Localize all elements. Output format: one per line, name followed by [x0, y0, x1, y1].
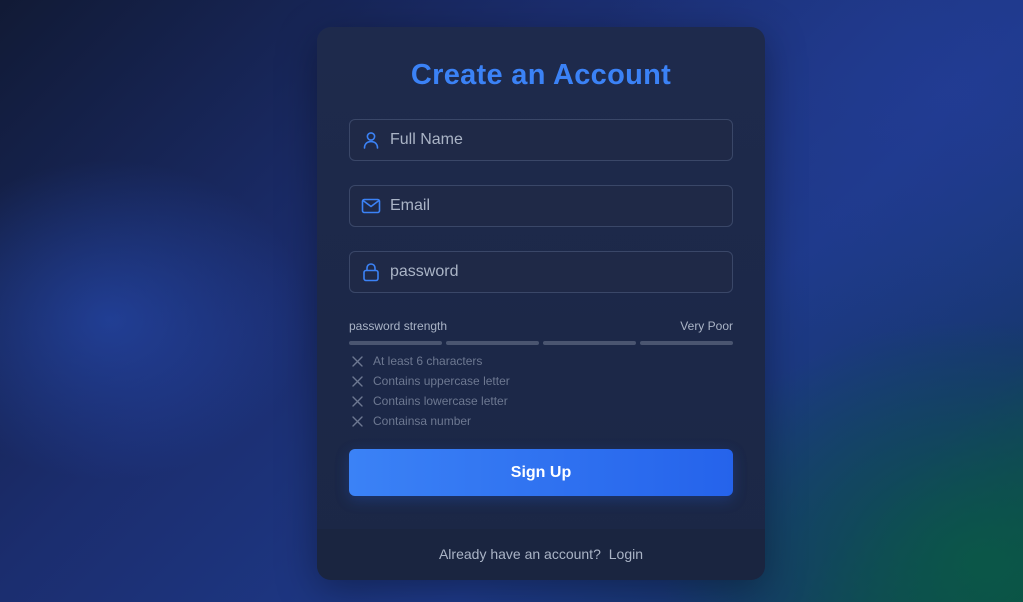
- strength-segment: [446, 341, 539, 345]
- login-footer: Already have an account? Login: [317, 529, 765, 580]
- sign-up-button[interactable]: Sign Up: [349, 449, 733, 496]
- lock-icon: [363, 263, 379, 282]
- signup-card: Create an Account password strength Very…: [317, 27, 765, 580]
- user-icon: [363, 132, 379, 149]
- mail-icon: [361, 198, 381, 214]
- login-link[interactable]: Login: [609, 546, 643, 562]
- strength-segment: [640, 341, 733, 345]
- x-icon: [352, 396, 363, 407]
- x-icon: [352, 356, 363, 367]
- email-input[interactable]: [390, 186, 720, 226]
- x-icon: [352, 416, 363, 427]
- password-strength-label: password strength: [349, 319, 448, 333]
- requirement-text: Containsa number: [373, 414, 472, 428]
- full-name-input[interactable]: [390, 120, 720, 160]
- requirement-text: Contains lowercase letter: [373, 394, 508, 408]
- page-title: Create an Account: [410, 59, 672, 91]
- x-icon: [352, 376, 363, 387]
- password-strength-value: Very Poor: [680, 319, 733, 333]
- strength-segment: [349, 341, 442, 345]
- requirement-text: At least 6 characters: [373, 354, 483, 368]
- full-name-field[interactable]: [349, 119, 733, 161]
- strength-segment: [543, 341, 636, 345]
- requirement-text: Contains uppercase letter: [373, 374, 510, 388]
- password-input[interactable]: [390, 252, 720, 292]
- password-strength-meter: [349, 341, 733, 345]
- password-field[interactable]: [349, 251, 733, 293]
- email-field[interactable]: [349, 185, 733, 227]
- login-prompt: Already have an account?: [438, 546, 601, 562]
